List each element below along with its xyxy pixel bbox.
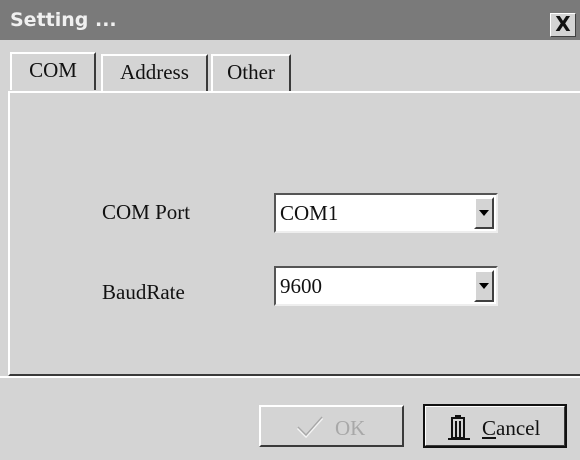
tab-com-label: COM [29,58,77,82]
close-button[interactable]: X [550,13,576,37]
tab-address[interactable]: Address [101,54,208,92]
tab-other-label: Other [227,60,275,84]
divider [0,376,580,378]
chevron-down-icon[interactable] [474,197,494,229]
baudrate-value: 9600 [280,274,322,298]
com-port-value: COM1 [280,201,339,225]
baudrate-select[interactable]: 9600 [274,266,498,306]
checkmark-icon [296,416,324,439]
cancel-button[interactable]: Cancel [423,404,567,448]
window-title: Setting ... [10,9,117,31]
com-tab-panel [8,91,580,376]
ok-label: OK [335,416,366,440]
cancel-label: Cancel [482,416,540,441]
tab-other[interactable]: Other [211,54,291,92]
title-bar: Setting ... X [0,0,580,40]
baudrate-label: BaudRate [102,280,185,304]
tab-com[interactable]: COM [10,52,96,90]
tab-address-label: Address [120,60,189,84]
close-icon: X [555,12,571,36]
door-exit-icon [448,415,470,440]
cancel-mnemonic: C [482,416,497,440]
chevron-down-icon[interactable] [474,270,494,302]
com-port-select[interactable]: COM1 [274,193,498,233]
ok-button[interactable]: OK [259,405,404,447]
cancel-label-rest: ancel [496,416,541,440]
com-port-label: COM Port [102,200,191,224]
